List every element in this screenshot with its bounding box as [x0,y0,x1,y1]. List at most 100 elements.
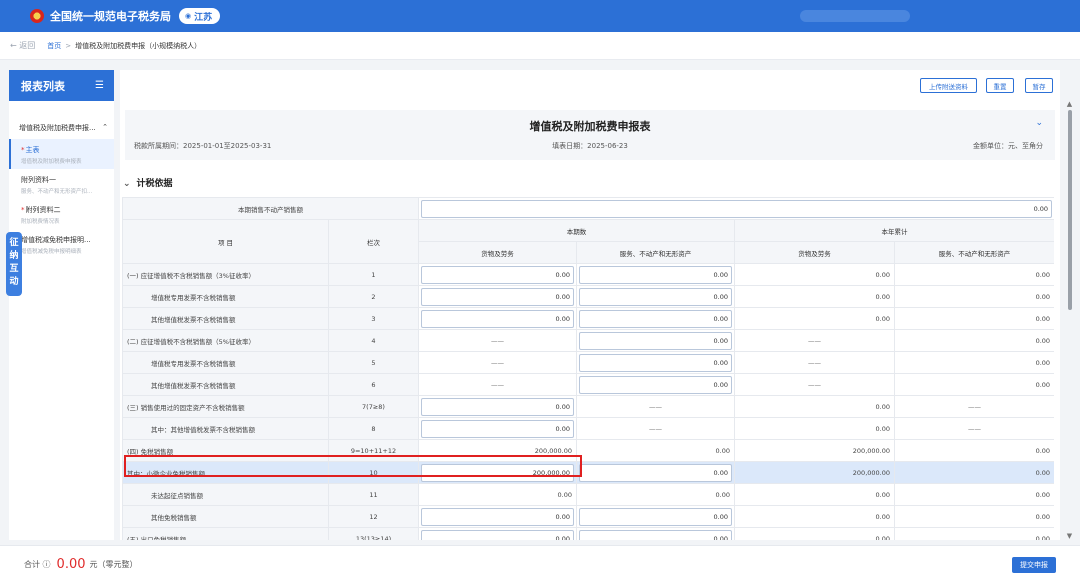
table-cell: 0.00 [576,263,735,286]
column-header: 服务、不动产和无形资产 [576,241,735,264]
table-cell: —— [893,395,1054,418]
amount-input[interactable]: 0.00 [579,507,732,526]
sidebar-item-subtitle: 服务、不动产和无形资产扣... [21,189,93,195]
sidebar-title: 报表列表 [21,79,65,93]
location-pin-icon: ◉ [185,12,192,20]
region-label: 江苏 [194,12,213,23]
scrollbar-thumb[interactable] [1067,110,1072,310]
row-label: 未达起征点销售额 [122,483,329,506]
row-number: 12 [328,505,419,528]
amount-input[interactable]: 0.00 [421,397,574,416]
report-list-sidebar: 报表列表 ☰ 增值税及附加税费申报... ⌃ *主表 增值税及附加税费申报表 附… [9,70,114,540]
amount-input[interactable]: 0.00 [421,265,574,284]
column-header: 服务、不动产和无形资产 [893,241,1054,264]
amount-input[interactable]: 0.00 [579,287,732,306]
table-cell: 0.00 [893,483,1054,506]
table-row: 增值税专用发票不含税销售额 2 0.00 0.00 0.00 0.00 [122,285,1054,308]
amount-input[interactable]: 0.00 [579,353,732,372]
taxpayer-interaction-tab[interactable]: 征 纳 互 动 [6,232,22,296]
sidebar-group-label: 增值税及附加税费申报... [19,124,96,132]
table-cell: 200,000.00 [734,461,895,484]
table-row: (一) 应征增值税不含税销售额（3%征收率） 1 0.00 0.00 0.00 0.00 [122,263,1054,286]
reset-button[interactable]: 重置 [986,78,1014,93]
save-draft-button[interactable]: 暂存 [1025,78,1053,93]
table-cell: 0.00 [893,505,1054,528]
breadcrumb-separator: > [65,41,72,50]
table-row: (二) 应征增值税不含税销售额（5%征收率） 4 —— 0.00 —— 0.00 [122,329,1054,352]
amount-input[interactable]: 0.00 [579,265,732,284]
required-mark: * [21,206,25,214]
amount-input[interactable]: 0.00 [421,309,574,328]
breadcrumb: ← 返回 首页 > 增值税及附加税费申报（小规模纳税人） [0,32,1080,60]
table-cell: 0.00 [418,307,577,330]
amount-input[interactable]: 0.00 [579,463,732,482]
float-tab-char: 征 [9,238,19,248]
table-cell: 0.00 [576,329,735,352]
table-cell: 0.00 [576,527,735,540]
top-user-area[interactable] [800,10,910,22]
menu-icon[interactable]: ☰ [95,80,104,91]
back-button[interactable]: ← 返回 [10,40,35,51]
table-cell: 0.00 [893,307,1054,330]
amount-input[interactable]: 0.00 [579,375,732,394]
amount-input[interactable]: 0.00 [579,331,732,350]
table-cell: 0.00 [576,439,735,462]
amount-input[interactable]: 0.00 [421,199,1053,218]
table-row: 其他增值税发票不含税销售额 6 —— 0.00 —— 0.00 [122,373,1054,396]
table-cell: 0.00 [734,527,895,540]
amount-input[interactable]: 0.00 [421,419,574,438]
table-cell: 0.00 [734,417,895,440]
scrollbar[interactable]: ▲ ▼ [1066,100,1073,540]
table-cell: —— [734,351,895,374]
table-row: (三) 销售使用过的固定资产不含税销售额 7(7≥8) 0.00 —— 0.00 —— [122,395,1054,418]
upload-attachments-button[interactable]: 上传附送资料 [920,78,977,93]
row-label: 其他增值税发票不含税销售额 [122,307,329,330]
amount-input[interactable]: 0.00 [579,529,732,540]
column-header: 本期数 [418,219,735,242]
row-number: 4 [328,329,419,352]
chevron-down-icon: ⌄ [123,179,131,189]
breadcrumb-home[interactable]: 首页 [47,41,61,51]
sidebar-item-exemption-detail[interactable]: 增值税减免税申报明... 增值税减免税申报明细表 [9,229,114,259]
float-tab-char: 纳 [9,251,19,261]
table-cell: 0.00 [576,351,735,374]
region-selector[interactable]: ◉ 江苏 [179,8,221,24]
amount-input[interactable]: 0.00 [421,287,574,306]
table-cell: 0.00 [418,527,577,540]
submit-declaration-button[interactable]: 提交申报 [1012,557,1056,573]
table-cell: —— [576,417,735,440]
column-header: 本年累计 [733,219,1054,242]
table-cell: 0.00 [734,263,895,286]
sidebar-item-title: 附列资料一 [21,176,56,184]
sidebar-item-subtitle: 增值税减免税申报明细表 [21,249,82,255]
amount-input[interactable]: 0.00 [579,309,732,328]
table-cell: 0.00 [893,373,1054,396]
tax-emblem-icon [30,9,44,23]
table-cell: 0.00 [418,263,577,286]
sidebar-group-vat[interactable]: 增值税及附加税费申报... ⌃ [9,123,114,133]
highlight-box [124,455,582,477]
sidebar-item-subtitle: 增值税及附加税费申报表 [21,159,82,165]
row-number: 6 [328,373,419,396]
amount-input[interactable]: 0.00 [421,529,574,540]
chevron-down-icon[interactable]: ⌄ [1035,118,1043,128]
table-cell: 0.00 [417,197,1054,220]
table-cell: 200,000.00 [734,439,895,462]
row-label: 其中：其他增值税发票不含税销售额 [122,417,329,440]
sidebar-item-main-form[interactable]: *主表 增值税及附加税费申报表 [9,139,114,169]
sidebar-item-attachment-1[interactable]: 附列资料一 服务、不动产和无形资产扣... [9,169,114,199]
table-cell: 0.00 [893,351,1054,374]
scroll-down-arrow-icon[interactable]: ▼ [1066,532,1073,540]
sidebar-item-title: 附列资料二 [25,206,61,214]
table-cell: 0.00 [734,395,895,418]
section-title[interactable]: ⌄ 计税依据 [123,176,173,189]
scroll-up-arrow-icon[interactable]: ▲ [1066,100,1073,108]
required-mark: * [21,146,25,154]
sidebar-item-attachment-2[interactable]: *附列资料二 附加税费情况表 [9,199,114,229]
amount-input[interactable]: 0.00 [421,507,574,526]
table-cell: 0.00 [418,505,577,528]
row-number: 3 [328,307,419,330]
form-header: 增值税及附加税费申报表 ⌄ 税款所属期间：2025-01-01至2025-03-… [125,110,1055,160]
footer-bar: 合计 ⓘ 0.00 元（零元整） 提交申报 [0,545,1080,582]
row-label: 增值税专用发票不含税销售额 [122,351,329,374]
